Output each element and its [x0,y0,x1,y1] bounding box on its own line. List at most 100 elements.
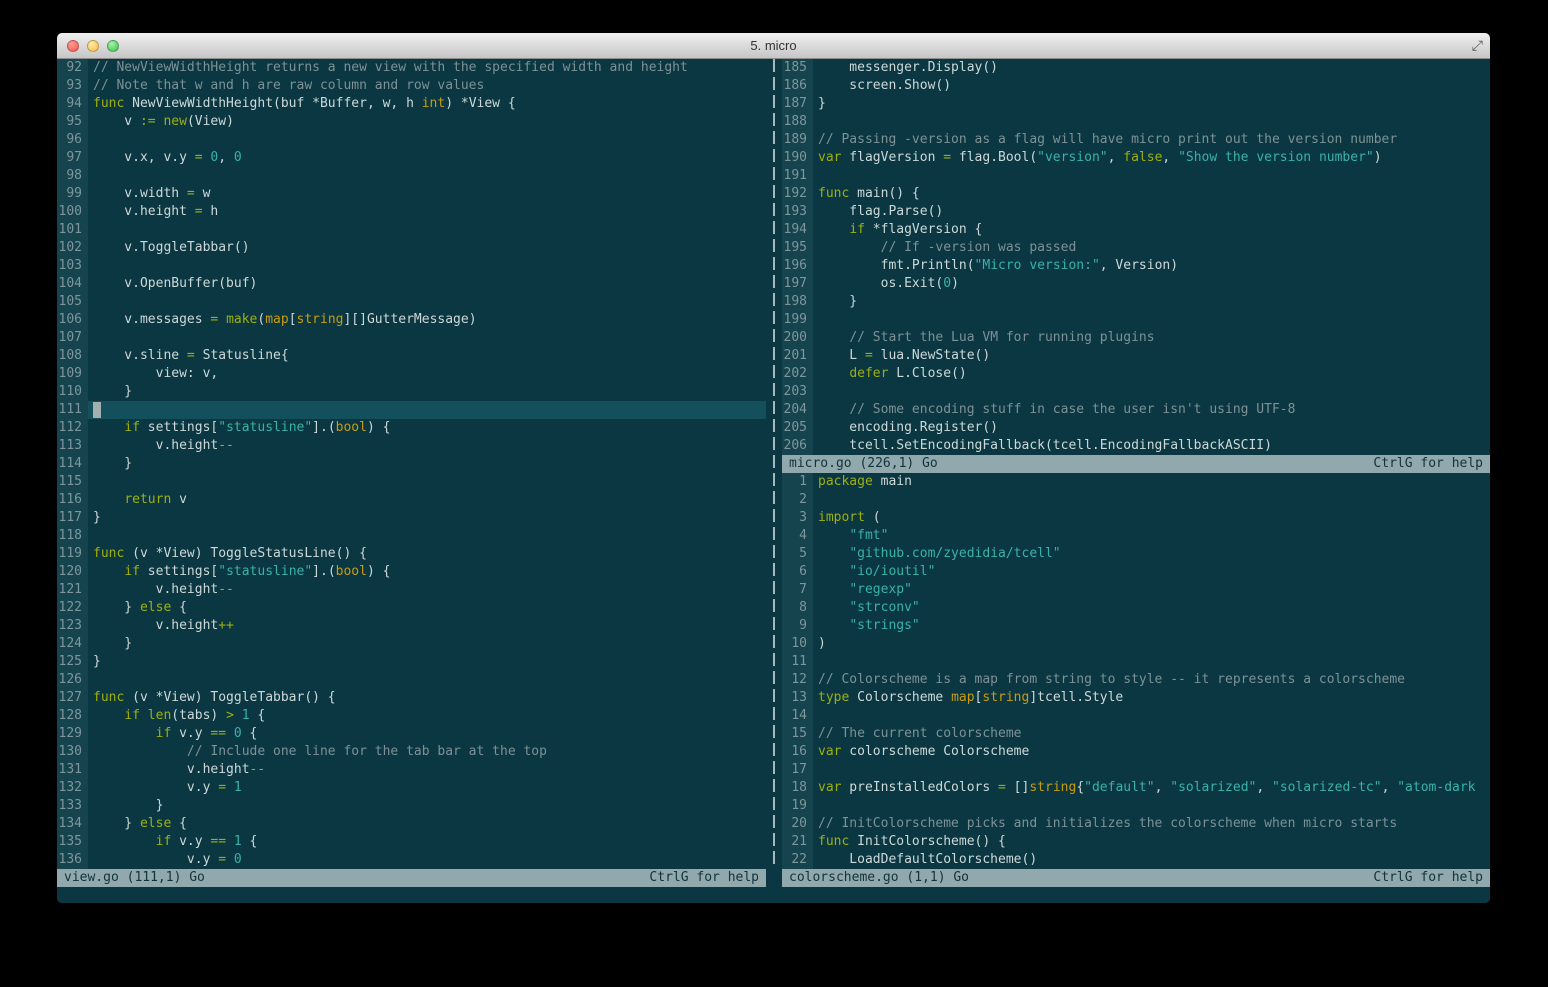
code-line[interactable]: 99 v.width = w [57,185,766,203]
code-line[interactable]: 199 [782,311,1490,329]
code-line[interactable]: 110 } [57,383,766,401]
code-line[interactable]: 18 var preInstalledColors = []string{"def… [782,779,1490,797]
code-line[interactable]: 16 var colorscheme Colorscheme [782,743,1490,761]
code-line[interactable]: 117} [57,509,766,527]
code-line[interactable]: 193 flag.Parse() [782,203,1490,221]
code-line[interactable]: 118 [57,527,766,545]
code-line[interactable]: 186 screen.Show() [782,77,1490,95]
code-line[interactable]: 111 [57,401,766,419]
code-line[interactable]: 127 func (v *View) ToggleTabbar() { [57,689,766,707]
code-line[interactable]: 3 import ( [782,509,1490,527]
code-line[interactable]: 124 } [57,635,766,653]
code-line[interactable]: 108 v.sline = Statusline{ [57,347,766,365]
code-line[interactable]: 4 "fmt" [782,527,1490,545]
code-line[interactable]: 93 // Note that w and h are raw column an… [57,77,766,95]
pane-divider[interactable] [766,59,782,887]
code-line[interactable]: 102 v.ToggleTabbar() [57,239,766,257]
code-line[interactable]: 192 func main() { [782,185,1490,203]
code-line[interactable]: 204 // Some encoding stuff in case the u… [782,401,1490,419]
code-area-micro-go[interactable]: 185 messenger.Display() 186 screen.Show()… [782,59,1490,455]
code-line[interactable]: 8 "strconv" [782,599,1490,617]
code-line[interactable]: 103 [57,257,766,275]
pane-micro-go[interactable]: 185 messenger.Display() 186 screen.Show()… [782,59,1490,473]
code-line[interactable]: 2 [782,491,1490,509]
code-line[interactable]: 97 v.x, v.y = 0, 0 [57,149,766,167]
code-line[interactable]: 130 // Include one line for the tab bar … [57,743,766,761]
code-line[interactable]: 21 func InitColorscheme() { [782,833,1490,851]
code-line[interactable]: 106 v.messages = make(map[string][]Gutte… [57,311,766,329]
code-line[interactable]: 9 "strings" [782,617,1490,635]
code-line[interactable]: 14 [782,707,1490,725]
code-line[interactable]: 188 [782,113,1490,131]
code-line[interactable]: 107 [57,329,766,347]
code-area-view-go[interactable]: 92 // NewViewWidthHeight returns a new vi… [57,59,766,869]
code-line[interactable]: 116 return v [57,491,766,509]
code-line[interactable]: 10) [782,635,1490,653]
code-line[interactable]: 104 v.OpenBuffer(buf) [57,275,766,293]
code-line[interactable]: 205 encoding.Register() [782,419,1490,437]
code-line[interactable]: 1 package main [782,473,1490,491]
resize-icon[interactable]: ⤢ [1472,37,1483,55]
code-line[interactable]: 113 v.height-- [57,437,766,455]
command-line[interactable] [57,887,1490,903]
code-line[interactable]: 197 os.Exit(0) [782,275,1490,293]
code-line[interactable]: 109 view: v, [57,365,766,383]
code-line[interactable]: 203 [782,383,1490,401]
code-area-colorscheme-go[interactable]: 1 package main 2 3 import (4 "fmt" 5 "github.… [782,473,1490,869]
code-line[interactable]: 196 fmt.Println("Micro version:", Versio… [782,257,1490,275]
code-line[interactable]: 101 [57,221,766,239]
code-line[interactable]: 128 if len(tabs) > 1 { [57,707,766,725]
code-line[interactable]: 120 if settings["statusline"].(bool) { [57,563,766,581]
code-line[interactable]: 12 // Colorscheme is a map from string to… [782,671,1490,689]
code-line[interactable]: 96 [57,131,766,149]
code-line[interactable]: 98 [57,167,766,185]
code-line[interactable]: 92 // NewViewWidthHeight returns a new vi… [57,59,766,77]
code-line[interactable]: 198 } [782,293,1490,311]
code-line[interactable]: 191 [782,167,1490,185]
code-line[interactable]: 206 tcell.SetEncodingFallback(tcell.Enco… [782,437,1490,455]
code-line[interactable]: 131 v.height-- [57,761,766,779]
code-line[interactable]: 129 if v.y == 0 { [57,725,766,743]
title-bar[interactable]: 5. micro ⤢ [57,33,1490,59]
code-line[interactable]: 13 type Colorscheme map[string]tcell.Styl… [782,689,1490,707]
code-line[interactable]: 114 } [57,455,766,473]
code-line[interactable]: 19 [782,797,1490,815]
code-line[interactable]: 201 L = lua.NewState() [782,347,1490,365]
code-line[interactable]: 195 // If -version was passed [782,239,1490,257]
code-line[interactable]: 6 "io/ioutil" [782,563,1490,581]
code-line[interactable]: 15 // The current colorscheme [782,725,1490,743]
code-line[interactable]: 132 v.y = 1 [57,779,766,797]
code-line[interactable]: 125} [57,653,766,671]
code-line[interactable]: 123 v.height++ [57,617,766,635]
code-line[interactable]: 185 messenger.Display() [782,59,1490,77]
code-line[interactable]: 100 v.height = h [57,203,766,221]
code-line[interactable]: 134 } else { [57,815,766,833]
code-line[interactable]: 136 v.y = 0 [57,851,766,869]
code-line[interactable]: 190 var flagVersion = flag.Bool("version"… [782,149,1490,167]
code-line[interactable]: 187} [782,95,1490,113]
code-line[interactable]: 17 [782,761,1490,779]
code-line[interactable]: 135 if v.y == 1 { [57,833,766,851]
code-line[interactable]: 7 "regexp" [782,581,1490,599]
code-line[interactable]: 122 } else { [57,599,766,617]
code-line[interactable]: 11 [782,653,1490,671]
code-line[interactable]: 115 [57,473,766,491]
code-line[interactable]: 95 v := new(View) [57,113,766,131]
code-line[interactable]: 194 if *flagVersion { [782,221,1490,239]
code-line[interactable]: 202 defer L.Close() [782,365,1490,383]
code-line[interactable]: 94 func NewViewWidthHeight(buf *Buffer, w… [57,95,766,113]
code-line[interactable]: 133 } [57,797,766,815]
pane-colorscheme-go[interactable]: 1 package main 2 3 import (4 "fmt" 5 "github.… [782,473,1490,887]
code-line[interactable]: 22 LoadDefaultColorscheme() [782,851,1490,869]
code-line[interactable]: 189 // Passing -version as a flag will ha… [782,131,1490,149]
code-line[interactable]: 200 // Start the Lua VM for running plug… [782,329,1490,347]
code-line[interactable]: 112 if settings["statusline"].(bool) { [57,419,766,437]
code-line[interactable]: 20 // InitColorscheme picks and initializ… [782,815,1490,833]
code-line[interactable]: 126 [57,671,766,689]
pane-view-go[interactable]: 92 // NewViewWidthHeight returns a new vi… [57,59,766,887]
code-line[interactable]: 119 func (v *View) ToggleStatusLine() { [57,545,766,563]
code-line[interactable]: 5 "github.com/zyedidia/tcell" [782,545,1490,563]
code-line[interactable]: 121 v.height-- [57,581,766,599]
code-token: main [872,474,912,489]
code-line[interactable]: 105 [57,293,766,311]
